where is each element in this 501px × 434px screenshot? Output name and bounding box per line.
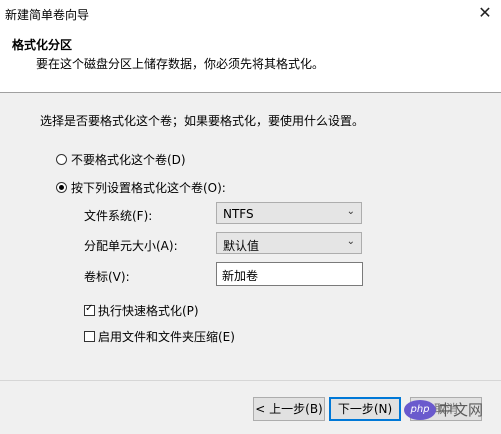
volume-label-label: 卷标(V):	[84, 270, 130, 284]
intro-text: 选择是否要格式化这个卷；如果要格式化，要使用什么设置。	[40, 114, 365, 128]
compression-label: 启用文件和文件夹压缩(E)	[98, 330, 235, 344]
radio-format-indicator[interactable]	[56, 182, 67, 193]
back-button[interactable]: < 上一步(B)	[253, 397, 325, 421]
page-title: 格式化分区	[12, 38, 73, 52]
window-titlebar: 新建简单卷向导 ✕	[0, 0, 501, 26]
volume-label-input[interactable]	[222, 268, 357, 282]
page-subtitle: 要在这个磁盘分区上储存数据，你必须先将其格式化。	[36, 57, 325, 71]
allocation-value: 默认值	[223, 239, 260, 253]
watermark: php 中文网	[404, 399, 483, 420]
window-title: 新建简单卷向导	[5, 8, 90, 22]
quick-format-box[interactable]	[84, 303, 95, 316]
chevron-down-icon: ⌄	[346, 206, 355, 217]
close-icon[interactable]: ✕	[475, 3, 495, 23]
volume-label-field[interactable]	[216, 262, 363, 286]
next-button[interactable]: 下一步(N)	[329, 397, 401, 421]
allocation-label: 分配单元大小(A):	[84, 239, 178, 253]
filesystem-value: NTFS	[223, 207, 254, 221]
allocation-select[interactable]: 默认值 ⌄	[216, 232, 362, 254]
radio-no-format-indicator[interactable]	[56, 154, 67, 165]
quick-format-label: 执行快速格式化(P)	[98, 304, 199, 318]
php-logo-icon: php	[404, 399, 436, 420]
radio-format-label: 按下列设置格式化这个卷(O):	[71, 181, 226, 195]
compression-box[interactable]	[84, 331, 95, 342]
chevron-down-icon: ⌄	[346, 236, 355, 247]
watermark-text: 中文网	[438, 401, 484, 419]
filesystem-label: 文件系统(F):	[84, 209, 153, 223]
filesystem-select[interactable]: NTFS ⌄	[216, 202, 362, 224]
radio-format[interactable]: 按下列设置格式化这个卷(O):	[56, 179, 226, 196]
radio-no-format-label: 不要格式化这个卷(D)	[71, 153, 186, 167]
quick-format-checkbox[interactable]: 执行快速格式化(P)	[84, 302, 199, 319]
radio-no-format[interactable]: 不要格式化这个卷(D)	[56, 151, 186, 168]
compression-checkbox[interactable]: 启用文件和文件夹压缩(E)	[84, 328, 235, 345]
wizard-header: 格式化分区 要在这个磁盘分区上储存数据，你必须先将其格式化。	[0, 26, 501, 93]
